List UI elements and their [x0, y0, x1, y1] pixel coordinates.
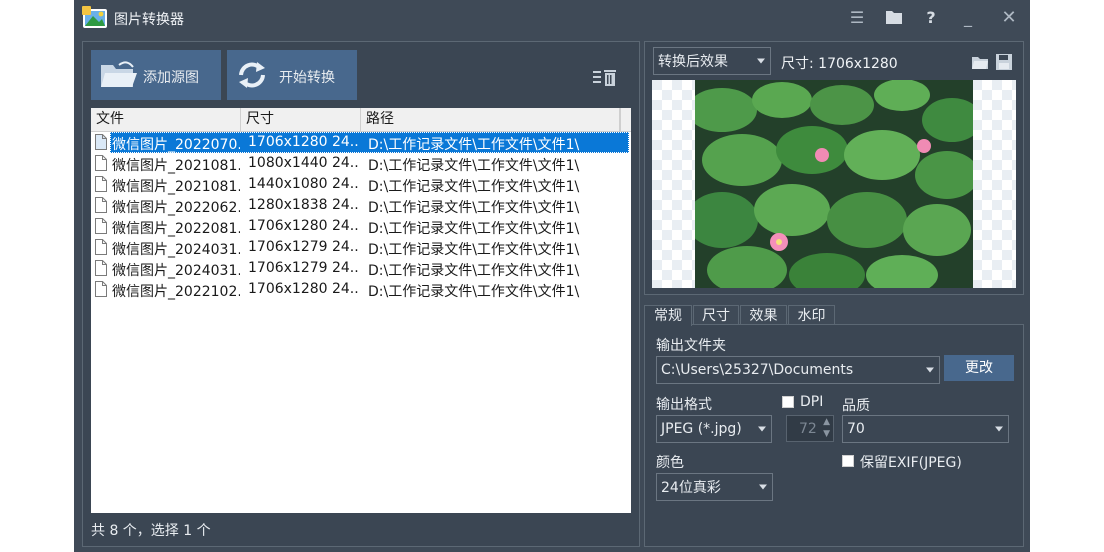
dpi-label: DPI [800, 394, 824, 410]
format-select[interactable]: JPEG (*.jpg) [656, 415, 772, 443]
file-icon [95, 197, 107, 213]
file-icon [95, 218, 107, 234]
cell-file-name: 微信图片_2024031... [112, 242, 240, 258]
cell-size: 1080x1440 24... [248, 155, 358, 171]
table-row[interactable]: 微信图片_2024031... 1706x1279 24... D:\工作记录文件\… [91, 237, 631, 258]
menu-icon[interactable]: ☰ [846, 7, 868, 29]
start-convert-label: 开始转换 [279, 70, 335, 86]
preview-size-text: 尺寸: 1706x1280 [781, 56, 898, 72]
column-header-file[interactable]: 文件 [91, 108, 241, 131]
app-window: 图片转换器 ☰ ? _ ✕ 添加源图 开始转换 文件 尺寸 路径 微信图片_20… [74, 0, 1030, 552]
preview-image [652, 80, 1016, 288]
help-icon[interactable]: ? [920, 7, 942, 29]
preview-mode-select[interactable]: 转换后效果 [653, 47, 771, 75]
tab-general[interactable]: 常规 [644, 305, 692, 326]
table-row[interactable]: 微信图片_2022102... 1706x1280 24... D:\工作记录文件\… [91, 279, 631, 300]
cell-path: D:\工作记录文件\工作文件\文件1\ [368, 242, 580, 258]
cell-size: 1280x1838 24... [248, 197, 358, 213]
file-icon [95, 155, 107, 171]
file-icon [95, 239, 107, 255]
output-folder-select[interactable]: C:\Users\25327\Documents [656, 356, 940, 384]
cell-path: D:\工作记录文件\工作文件\文件1\ [368, 221, 580, 237]
dpi-spinner[interactable]: 72 ▲ ▼ [786, 415, 834, 442]
cell-size: 1706x1279 24... [248, 260, 358, 276]
color-select[interactable]: 24位真彩 [656, 473, 773, 501]
cell-path: D:\工作记录文件\工作文件\文件1\ [368, 179, 580, 195]
keep-exif-label: 保留EXIF(JPEG) [860, 455, 962, 471]
output-folder-label: 输出文件夹 [656, 338, 726, 354]
cell-file-name: 微信图片_2021081... [112, 158, 240, 174]
cell-file-name: 微信图片_2022102... [112, 284, 240, 300]
quality-select[interactable]: 70 [842, 415, 1009, 443]
dpi-value: 72 [799, 421, 817, 437]
folder-icon[interactable] [884, 8, 904, 26]
title-bar: 图片转换器 ☰ ? _ ✕ [74, 0, 1030, 36]
spin-up-icon[interactable]: ▲ [823, 417, 830, 427]
format-value: JPEG (*.jpg) [661, 421, 742, 437]
spin-down-icon[interactable]: ▼ [823, 429, 830, 439]
file-icon [95, 176, 107, 192]
open-folder-icon [101, 61, 137, 87]
list-header: 文件 尺寸 路径 [91, 108, 631, 132]
format-label: 输出格式 [656, 397, 712, 413]
cell-path: D:\工作记录文件\工作文件\文件1\ [368, 158, 580, 174]
cell-file-name: 微信图片_2022081... [112, 221, 240, 237]
header-scroll-cap [620, 108, 631, 131]
tab-size[interactable]: 尺寸 [693, 305, 739, 325]
tab-effect[interactable]: 效果 [740, 305, 787, 325]
cell-size: 1706x1280 24... [248, 281, 358, 297]
open-folder-icon[interactable] [971, 53, 989, 71]
file-list[interactable]: 文件 尺寸 路径 微信图片_2022070... 1706x1280 24... D… [91, 108, 631, 513]
preview-panel: 转换后效果 尺寸: 1706x1280 [644, 41, 1024, 295]
column-header-path[interactable]: 路径 [361, 108, 620, 131]
close-icon[interactable]: ✕ [998, 7, 1020, 29]
file-icon [95, 281, 107, 297]
save-icon[interactable] [995, 53, 1013, 71]
change-folder-button[interactable]: 更改 [944, 355, 1014, 381]
focus-rect [110, 132, 629, 153]
file-icon [95, 134, 107, 150]
quality-value: 70 [847, 421, 865, 437]
chevron-down-icon [758, 426, 766, 432]
cell-file-name: 微信图片_2024031... [112, 263, 240, 279]
window-title: 图片转换器 [114, 12, 184, 28]
table-row[interactable]: 微信图片_2021081... 1080x1440 24... D:\工作记录文件\… [91, 153, 631, 174]
cell-size: 1706x1280 24... [248, 218, 358, 234]
cell-path: D:\工作记录文件\工作文件\文件1\ [368, 284, 580, 300]
quality-label: 品质 [842, 398, 870, 414]
chevron-down-icon [757, 58, 765, 64]
file-icon [95, 260, 107, 276]
color-value: 24位真彩 [661, 480, 721, 496]
cell-path: D:\工作记录文件\工作文件\文件1\ [368, 200, 580, 216]
cell-size: 1440x1080 24... [248, 176, 358, 192]
cell-path: D:\工作记录文件\工作文件\文件1\ [368, 263, 580, 279]
preview-mode-value: 转换后效果 [658, 54, 728, 70]
table-row[interactable]: 微信图片_2024031... 1706x1279 24... D:\工作记录文件\… [91, 258, 631, 279]
cell-file-name: 微信图片_2022062... [112, 200, 240, 216]
refresh-icon [239, 62, 265, 88]
table-row[interactable]: 微信图片_2022081... 1706x1280 24... D:\工作记录文件\… [91, 216, 631, 237]
status-text: 共 8 个，选择 1 个 [91, 523, 211, 539]
table-row[interactable]: 微信图片_2022070... 1706x1280 24... D:\工作记录文件\… [91, 132, 631, 153]
chevron-down-icon [995, 426, 1003, 432]
chevron-down-icon [926, 367, 934, 373]
table-row[interactable]: 微信图片_2022062... 1280x1838 24... D:\工作记录文件\… [91, 195, 631, 216]
minimize-icon[interactable]: _ [957, 7, 979, 29]
tab-watermark[interactable]: 水印 [788, 305, 835, 325]
cell-size: 1706x1279 24... [248, 239, 358, 255]
add-source-button[interactable]: 添加源图 [91, 50, 221, 100]
list-delete-icon[interactable] [593, 68, 621, 88]
app-icon [82, 6, 107, 28]
chevron-down-icon [759, 484, 767, 490]
color-label: 颜色 [656, 455, 684, 471]
start-convert-button[interactable]: 开始转换 [227, 50, 357, 100]
cell-file-name: 微信图片_2021081... [112, 179, 240, 195]
dpi-checkbox[interactable] [782, 396, 794, 408]
file-panel: 添加源图 开始转换 文件 尺寸 路径 微信图片_2022070... 1706x… [82, 41, 640, 547]
output-folder-value: C:\Users\25327\Documents [661, 362, 854, 378]
table-row[interactable]: 微信图片_2021081... 1440x1080 24... D:\工作记录文件\… [91, 174, 631, 195]
column-header-size[interactable]: 尺寸 [241, 108, 361, 131]
add-source-label: 添加源图 [143, 70, 199, 86]
keep-exif-checkbox[interactable] [842, 455, 854, 467]
